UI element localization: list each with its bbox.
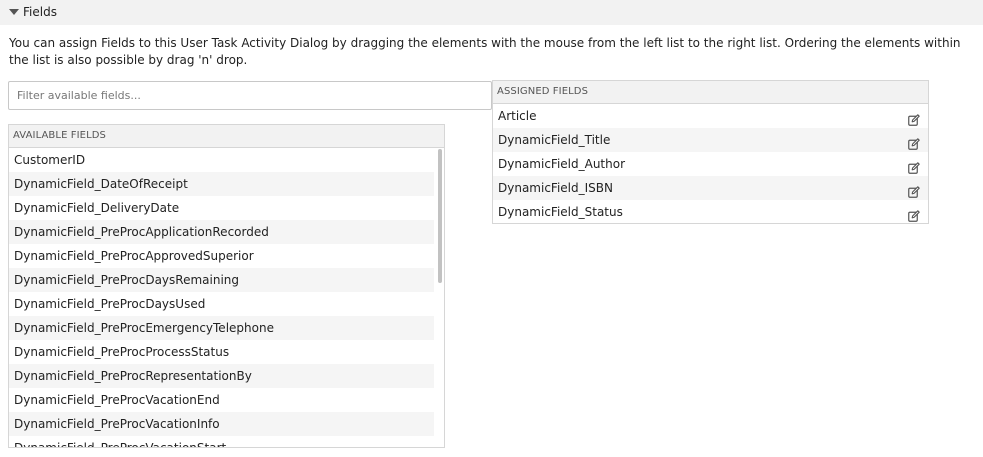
available-field-label: CustomerID [14, 153, 86, 167]
edit-icon[interactable] [908, 206, 920, 222]
edit-icon[interactable] [908, 110, 920, 126]
edit-icon[interactable] [908, 134, 920, 150]
available-field-item[interactable]: DynamicField_PreProcDaysUsed [9, 292, 434, 316]
available-field-item[interactable]: DynamicField_PreProcApprovedSuperior [9, 244, 434, 268]
available-field-item[interactable]: DynamicField_PreProcDaysRemaining [9, 268, 434, 292]
available-field-item[interactable]: CustomerID [9, 148, 434, 172]
available-field-label: DynamicField_PreProcEmergencyTelephone [14, 321, 274, 335]
assigned-field-item[interactable]: DynamicField_Author [493, 152, 928, 176]
available-fields-panel: Available Fields CustomerID DynamicField_… [8, 124, 445, 448]
fields-description: You can assign Fields to this User Task … [9, 36, 961, 67]
assigned-field-label: Article [498, 109, 537, 123]
available-field-item[interactable]: DynamicField_PreProcVacationInfo [9, 412, 434, 436]
available-field-label: DynamicField_PreProcProcessStatus [14, 345, 230, 359]
assigned-field-item[interactable]: DynamicField_Title [493, 128, 928, 152]
section-title: Fields [23, 5, 57, 19]
available-field-item[interactable]: DynamicField_PreProcRepresentationBy [9, 364, 434, 388]
edit-icon[interactable] [908, 158, 920, 174]
available-field-label: DynamicField_PreProcVacationEnd [14, 393, 220, 407]
assigned-field-item[interactable]: Article [493, 104, 928, 128]
filter-available-fields-input[interactable] [8, 81, 492, 110]
available-field-label: DynamicField_DateOfReceipt [14, 177, 188, 191]
available-field-label: DynamicField_PreProcDaysRemaining [14, 273, 239, 287]
assigned-field-label: DynamicField_Title [498, 133, 611, 147]
assigned-field-item[interactable]: DynamicField_ISBN [493, 176, 928, 200]
available-field-item[interactable]: DynamicField_PreProcProcessStatus [9, 340, 434, 364]
available-field-label: DynamicField_DeliveryDate [14, 201, 180, 215]
available-field-label: DynamicField_PreProcVacationStart [14, 441, 227, 448]
assigned-field-label: DynamicField_ISBN [498, 181, 613, 195]
chevron-down-icon[interactable] [9, 9, 19, 15]
available-field-item[interactable]: DynamicField_DateOfReceipt [9, 172, 434, 196]
assigned-fields-header: Assigned Fields [493, 81, 928, 104]
available-field-label: DynamicField_PreProcRepresentationBy [14, 369, 252, 383]
available-field-label: DynamicField_PreProcVacationInfo [14, 417, 220, 431]
available-fields-header: Available Fields [9, 125, 444, 148]
assigned-field-label: DynamicField_Status [498, 205, 623, 219]
available-field-item[interactable]: DynamicField_PreProcApplicationRecorded [9, 220, 434, 244]
assigned-fields-panel: Assigned Fields Article DynamicField_Titl… [492, 80, 929, 224]
assigned-field-label: DynamicField_Author [498, 157, 626, 171]
assigned-fields-list: Article DynamicField_Title DynamicField_Au… [493, 104, 928, 223]
available-field-item[interactable]: DynamicField_DeliveryDate [9, 196, 434, 220]
available-field-label: DynamicField_PreProcApprovedSuperior [14, 249, 254, 263]
available-fields-list: CustomerID DynamicField_DateOfReceipt Dyna… [9, 148, 444, 448]
available-field-item[interactable]: DynamicField_PreProcVacationStart [9, 436, 434, 448]
available-fields-scrollbar[interactable] [438, 149, 442, 283]
fields-section-header[interactable]: Fields [0, 0, 983, 25]
edit-icon[interactable] [908, 182, 920, 198]
available-field-item[interactable]: DynamicField_PreProcEmergencyTelephone [9, 316, 434, 340]
assigned-field-item[interactable]: DynamicField_Status [493, 200, 928, 223]
available-field-item[interactable]: DynamicField_PreProcVacationEnd [9, 388, 434, 412]
available-field-label: DynamicField_PreProcApplicationRecorded [14, 225, 269, 239]
available-field-label: DynamicField_PreProcDaysUsed [14, 297, 206, 311]
